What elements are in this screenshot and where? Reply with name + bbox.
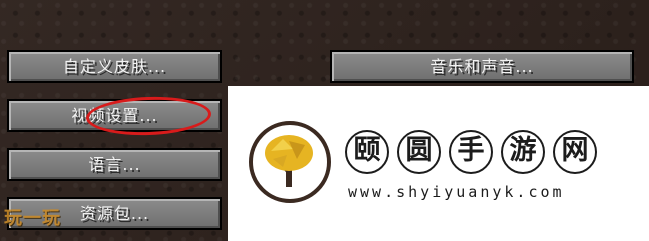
corner-watermark: 玩一玩	[4, 208, 61, 229]
brand-char-4: 游	[501, 130, 545, 174]
watermark-overlay: 颐 圆 手 游 网 www.shyiyuanyk.com	[228, 86, 649, 241]
music-sound-button[interactable]: 音乐和声音...	[330, 50, 634, 83]
tree-logo-icon	[249, 121, 331, 203]
brand-char-1: 颐	[345, 130, 389, 174]
brand-char-2: 圆	[397, 130, 441, 174]
brand-char-5: 网	[553, 130, 597, 174]
language-button[interactable]: 语言...	[7, 148, 222, 181]
brand-char-3: 手	[449, 130, 493, 174]
site-url: www.shyiyuanyk.com	[348, 183, 565, 201]
customize-skin-button[interactable]: 自定义皮肤...	[7, 50, 222, 83]
